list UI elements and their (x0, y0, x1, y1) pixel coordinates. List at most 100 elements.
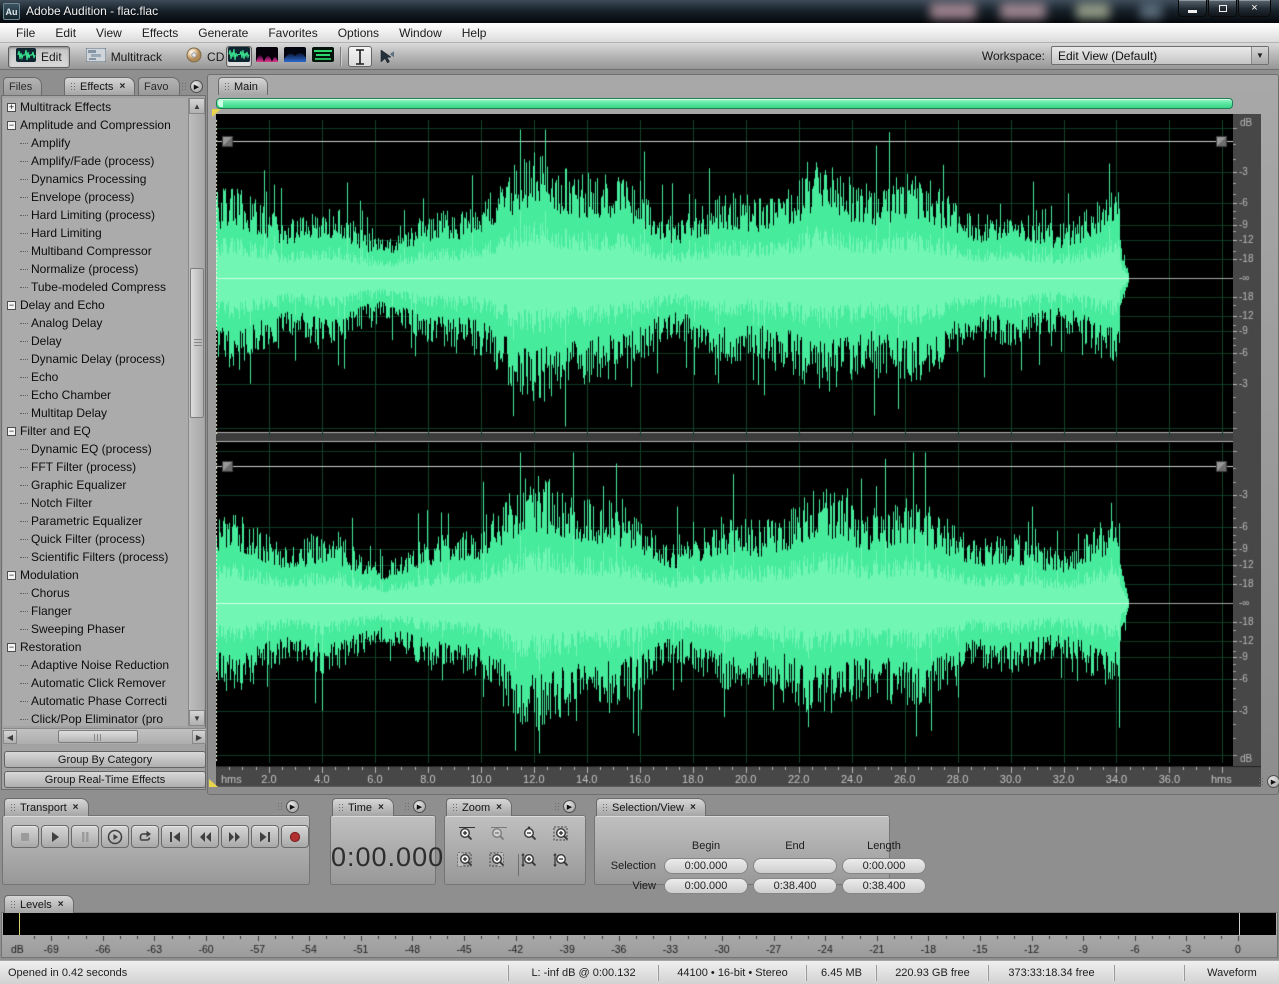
group-by-category-button[interactable]: Group By Category (4, 751, 206, 768)
minimize-button[interactable] (1178, 0, 1207, 17)
tree-item[interactable]: Echo (3, 368, 190, 386)
panel-menu-button[interactable]: ▶ (190, 80, 203, 93)
tree-item[interactable]: Multitap Delay (3, 404, 190, 422)
view-length-field[interactable]: 0:38.400 (842, 878, 926, 894)
tree-item[interactable]: Adaptive Noise Reduction (3, 656, 190, 674)
go-to-end-button[interactable] (251, 825, 279, 848)
tree-item[interactable]: Notch Filter (3, 494, 190, 512)
selection-length-field[interactable]: 0:00.000 (842, 858, 926, 874)
menu-window[interactable]: Window (389, 24, 452, 42)
spectral-phase-view-button[interactable] (310, 46, 336, 67)
tree-item[interactable]: Parametric Equalizer (3, 512, 190, 530)
scrub-tool[interactable] (375, 46, 399, 67)
tree-item[interactable]: Automatic Click Remover (3, 674, 190, 692)
multitrack-mode-button[interactable]: Multitrack (78, 46, 170, 68)
horizontal-scrollbar[interactable]: ◀ ▶ (3, 728, 206, 744)
time-selection-tool[interactable] (348, 46, 372, 67)
edit-mode-button[interactable]: Edit (8, 46, 70, 68)
tree-category[interactable]: −Modulation (3, 566, 190, 584)
tree-item[interactable]: Chorus (3, 584, 190, 602)
scrollbar-thumb[interactable] (190, 268, 204, 418)
tree-item[interactable]: Sweeping Phaser (3, 620, 190, 638)
zoom-out-horizontally-button[interactable] (485, 824, 512, 844)
menu-view[interactable]: View (86, 24, 132, 42)
tab-transport[interactable]: Transport × (4, 798, 89, 816)
close-icon[interactable]: × (378, 802, 384, 813)
rewind-button[interactable] (191, 825, 219, 848)
tree-item[interactable]: Graphic Equalizer (3, 476, 190, 494)
vertical-scrollbar[interactable]: ▲ ▼ (188, 98, 204, 726)
expand-icon[interactable]: + (7, 103, 16, 112)
tree-item[interactable]: Multiband Compressor (3, 242, 190, 260)
tree-item[interactable]: Dynamic EQ (process) (3, 440, 190, 458)
workspace-dropdown[interactable]: Edit View (Default) ▼ (1051, 46, 1269, 65)
panel-menu-button[interactable]: ▶ (413, 800, 426, 813)
zoom-out-vertically-button[interactable] (549, 850, 576, 870)
scroll-down-icon[interactable]: ▼ (189, 710, 205, 726)
waveform-view-button[interactable] (226, 46, 252, 67)
tree-item[interactable]: Automatic Phase Correcti (3, 692, 190, 710)
level-meter[interactable] (3, 913, 1276, 935)
scroll-up-icon[interactable]: ▲ (189, 98, 205, 114)
cd-mode-button[interactable]: CD (178, 46, 232, 68)
chevron-down-icon[interactable]: ▼ (1251, 47, 1268, 64)
panel-menu-button[interactable]: ▶ (563, 800, 576, 813)
close-button[interactable]: × (1238, 0, 1271, 17)
overview-navigation-bar[interactable] (216, 98, 1233, 109)
tree-item[interactable]: Dynamics Processing (3, 170, 190, 188)
menu-file[interactable]: File (6, 24, 45, 42)
restore-button[interactable] (1208, 0, 1237, 17)
menu-generate[interactable]: Generate (188, 24, 258, 42)
group-real-time-effects-button[interactable]: Group Real-Time Effects (4, 771, 206, 788)
tree-item[interactable]: Amplify (3, 134, 190, 152)
tree-item[interactable]: Envelope (process) (3, 188, 190, 206)
menu-edit[interactable]: Edit (45, 24, 86, 42)
selection-begin-field[interactable]: 0:00.000 (664, 858, 748, 874)
view-end-field[interactable]: 0:38.400 (753, 878, 837, 894)
menu-favorites[interactable]: Favorites (258, 24, 327, 42)
tree-item[interactable]: Quick Filter (process) (3, 530, 190, 548)
tree-item[interactable]: Click/Pop Eliminator (pro (3, 710, 190, 726)
tab-levels[interactable]: Levels × (4, 895, 74, 913)
close-icon[interactable]: × (496, 802, 502, 813)
collapse-icon[interactable]: − (7, 301, 16, 310)
play-button[interactable] (41, 825, 69, 848)
panel-menu-button[interactable]: ▶ (286, 800, 299, 813)
close-icon[interactable]: × (119, 81, 125, 92)
play-looped-button[interactable] (131, 825, 159, 848)
tree-item[interactable]: Flanger (3, 602, 190, 620)
tab-time[interactable]: Time × (332, 798, 394, 816)
collapse-icon[interactable]: − (7, 571, 16, 580)
tree-item[interactable]: Scientific Filters (process) (3, 548, 190, 566)
tree-category[interactable]: −Amplitude and Compression (3, 116, 190, 134)
tree-category[interactable]: −Delay and Echo (3, 296, 190, 314)
scroll-left-icon[interactable]: ◀ (3, 730, 17, 744)
scroll-right-icon[interactable]: ▶ (192, 730, 206, 744)
zoom-in-vertically-button[interactable] (517, 850, 544, 870)
tab-favorites[interactable]: Favo (138, 77, 180, 95)
tree-item[interactable]: Amplify/Fade (process) (3, 152, 190, 170)
stop-button[interactable] (11, 825, 39, 848)
tab-effects[interactable]: Effects × (64, 77, 135, 95)
spectral-pan-view-button[interactable] (282, 46, 308, 67)
fast-forward-button[interactable] (221, 825, 249, 848)
selection-end-field[interactable] (753, 858, 837, 874)
close-icon[interactable]: × (73, 802, 79, 813)
tree-item[interactable]: Echo Chamber (3, 386, 190, 404)
scrollbar-thumb[interactable] (58, 730, 138, 743)
collapse-icon[interactable]: − (7, 121, 16, 130)
tree-category[interactable]: −Restoration (3, 638, 190, 656)
tree-category[interactable]: +Multitrack Effects (3, 98, 190, 116)
tree-item[interactable]: Delay (3, 332, 190, 350)
overview-left-handle[interactable] (218, 100, 223, 107)
tree-item[interactable]: Normalize (process) (3, 260, 190, 278)
tree-item[interactable]: Dynamic Delay (process) (3, 350, 190, 368)
menu-options[interactable]: Options (328, 24, 389, 42)
zoom-in-right-edge-button[interactable] (485, 850, 512, 870)
tree-item[interactable]: Hard Limiting (process) (3, 206, 190, 224)
pause-button[interactable] (71, 825, 99, 848)
menu-effects[interactable]: Effects (132, 24, 188, 42)
menu-help[interactable]: Help (452, 24, 497, 42)
tab-files[interactable]: Files (3, 77, 42, 95)
record-button[interactable] (281, 825, 309, 848)
